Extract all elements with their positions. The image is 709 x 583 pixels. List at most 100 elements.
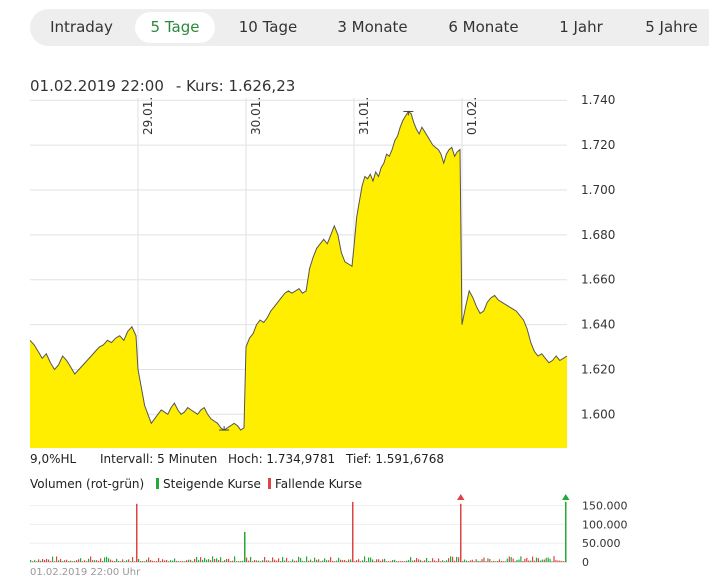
tab-6-monate[interactable]: 6 Monate xyxy=(436,12,531,43)
volume-bar xyxy=(444,561,446,562)
volume-bar xyxy=(52,556,54,562)
volume-bar xyxy=(362,560,364,562)
tab-1-jahr[interactable]: 1 Jahr xyxy=(548,12,614,43)
header-kurs-value: 1.626,23 xyxy=(228,77,296,95)
volume-bar xyxy=(541,559,543,562)
volume-bar xyxy=(448,558,450,562)
x-tick-label: 31.01. xyxy=(357,97,371,135)
volume-bar xyxy=(110,559,112,562)
tab-5-jahre[interactable]: 5 Jahre xyxy=(634,12,709,43)
volume-bar xyxy=(90,556,92,562)
volume-bar xyxy=(260,561,262,562)
volume-bar xyxy=(338,557,340,562)
volume-bar xyxy=(432,558,434,562)
volume-bar xyxy=(208,559,210,562)
volume-bar xyxy=(463,559,466,562)
volume-bar xyxy=(156,561,158,562)
volume-bar xyxy=(288,561,290,562)
volume-bar xyxy=(302,560,304,562)
volume-bar xyxy=(96,560,98,562)
volume-bar xyxy=(416,558,418,562)
tab-5-tage[interactable]: 5 Tage xyxy=(135,12,215,43)
volume-bar xyxy=(456,556,458,562)
volume-bar xyxy=(388,561,390,562)
volume-bar xyxy=(100,558,102,562)
volume-bar xyxy=(190,559,192,562)
volume-bar xyxy=(483,557,485,562)
volume-bar xyxy=(539,560,541,562)
volume-bar xyxy=(422,561,424,562)
volume-bar xyxy=(469,560,471,562)
volume-bar xyxy=(80,558,82,562)
volume-bar xyxy=(555,560,557,562)
volume-bar xyxy=(210,560,212,562)
price-chart[interactable]: 1.600 1.620 1.640 1.660 1.680 1.700 1.720 1.740… xyxy=(0,95,709,450)
volume-bar xyxy=(502,561,504,562)
y-tick-label: 1.720 xyxy=(581,138,615,152)
volume-bar xyxy=(336,560,338,562)
volume-bar xyxy=(487,558,489,562)
volume-bar xyxy=(342,560,344,562)
volume-bar xyxy=(106,556,108,562)
volume-bar xyxy=(545,557,547,562)
legend-fallende: Fallende Kurse xyxy=(268,477,362,491)
volume-y-tick-label: 50.000 xyxy=(582,537,621,550)
y-tick-label: 1.680 xyxy=(581,228,615,242)
volume-bar xyxy=(378,559,380,562)
volume-bar xyxy=(350,559,352,562)
volume-bar xyxy=(204,558,206,562)
volume-spike xyxy=(136,503,138,562)
volume-bar xyxy=(518,559,520,562)
volume-bar xyxy=(164,560,166,562)
volume-bar xyxy=(512,558,514,562)
volume-y-tick-label: 100.000 xyxy=(582,518,628,531)
header-kurs-label: - Kurs: xyxy=(175,77,224,95)
volume-bar xyxy=(150,560,152,562)
volume-bar xyxy=(46,558,48,562)
volume-bar xyxy=(158,558,160,562)
volume-bar xyxy=(252,561,254,562)
y-tick-label: 1.620 xyxy=(581,363,615,377)
volume-bar xyxy=(477,560,479,562)
volume-bar xyxy=(248,560,250,562)
volume-spike xyxy=(460,503,462,562)
volume-bar xyxy=(118,560,120,562)
volume-bar xyxy=(485,561,487,562)
volume-bar xyxy=(514,561,516,562)
volume-bar xyxy=(412,560,414,562)
tab-10-tage[interactable]: 10 Tage xyxy=(227,12,309,43)
volume-bar xyxy=(438,558,440,562)
volume-bar xyxy=(408,560,410,562)
volume-bar xyxy=(400,561,402,562)
volume-bar xyxy=(72,561,74,562)
volume-bar xyxy=(418,559,420,562)
volume-bar xyxy=(122,559,124,562)
volume-bar xyxy=(238,561,240,562)
volume-bar xyxy=(360,561,362,562)
volume-bar xyxy=(559,560,561,562)
volume-bar xyxy=(84,560,86,562)
volume-bar xyxy=(368,557,370,562)
volume-bar xyxy=(218,559,220,562)
volume-bar xyxy=(36,561,38,562)
volume-bar xyxy=(508,556,510,562)
volume-bar xyxy=(467,561,469,562)
volume-bar xyxy=(346,560,348,562)
volume-bar xyxy=(220,557,222,562)
x-tick-label: 29.01. xyxy=(141,97,155,135)
volume-bar xyxy=(144,561,146,562)
tab-intraday[interactable]: Intraday xyxy=(36,12,127,43)
volume-bar xyxy=(308,560,310,562)
volume-bar xyxy=(170,560,172,562)
volume-bar xyxy=(406,560,408,562)
volume-spike xyxy=(244,531,246,562)
stat-intervall: Intervall: 5 Minuten xyxy=(100,452,218,466)
legend-down-label: Fallende Kurse xyxy=(275,477,363,491)
volume-bar xyxy=(266,560,268,562)
volume-chart[interactable]: 0 50.000 100.000 150.000 xyxy=(0,492,709,567)
volume-bar xyxy=(130,561,132,562)
tab-3-monate[interactable]: 3 Monate xyxy=(325,12,420,43)
volume-bar xyxy=(495,561,497,562)
volume-bar xyxy=(394,559,396,562)
volume-bar xyxy=(553,556,555,562)
